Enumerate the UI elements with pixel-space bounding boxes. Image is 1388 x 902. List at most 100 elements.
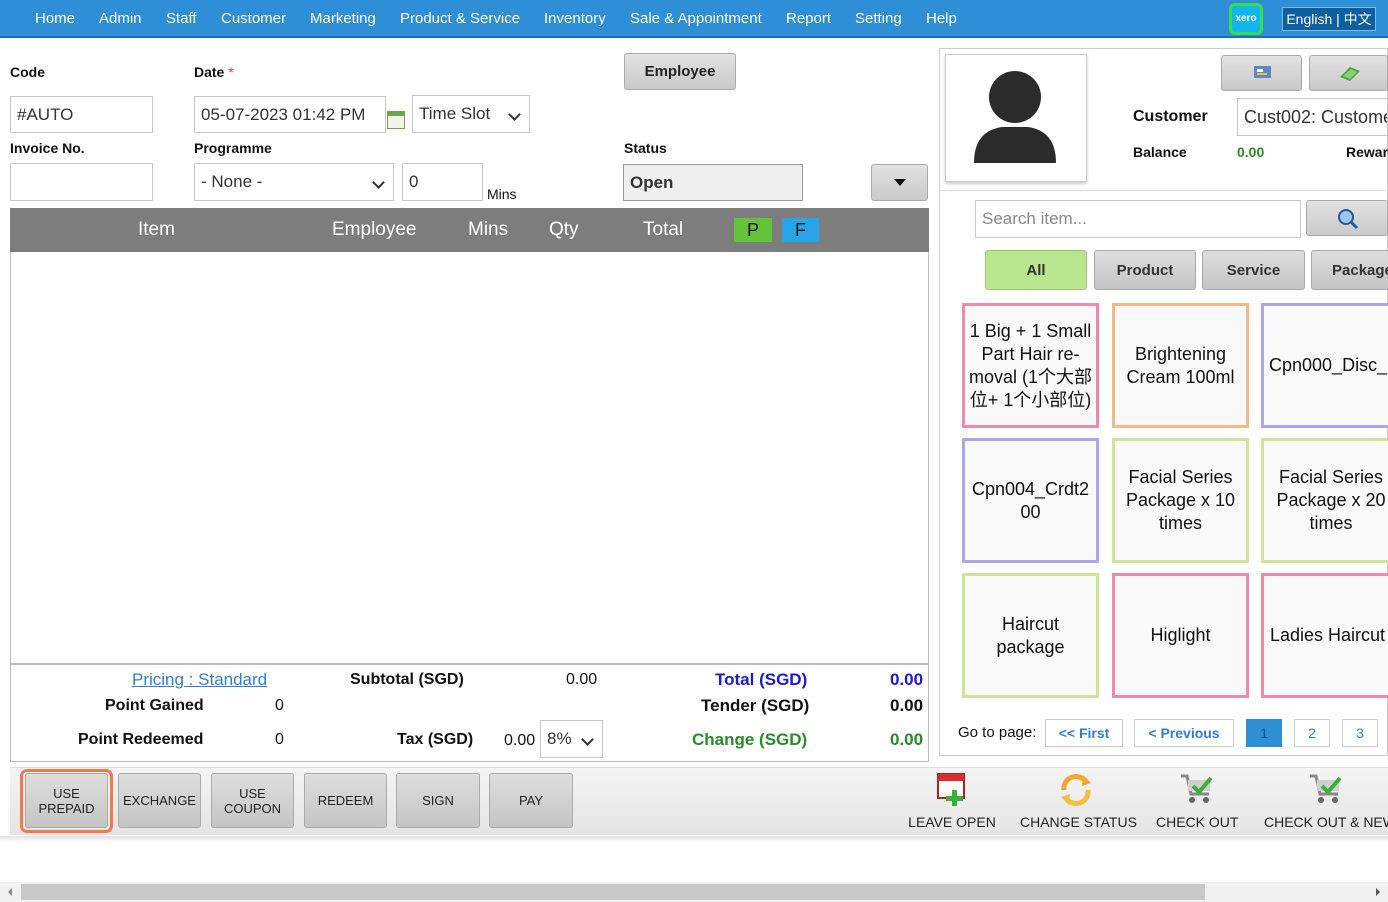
- redeem-button[interactable]: REDEEM: [304, 773, 387, 828]
- date-label-text: Date: [194, 64, 225, 80]
- use-coupon-button[interactable]: USE COUPON: [211, 773, 294, 828]
- item-tile-label: Cpn004_Crdt200: [971, 478, 1090, 522]
- nav-marketing[interactable]: Marketing: [310, 0, 376, 38]
- required-marker: *: [228, 64, 234, 80]
- nav-customer[interactable]: Customer: [221, 0, 286, 38]
- use-prepaid-button[interactable]: USE PREPAID: [25, 773, 108, 828]
- col-qty: Qty: [549, 219, 579, 240]
- point-gained-value: 0: [275, 697, 284, 714]
- cart-check-icon: [1181, 774, 1213, 803]
- nav-sale-appointment[interactable]: Sale & Appointment: [630, 0, 762, 38]
- pay-button[interactable]: PAY: [489, 773, 573, 828]
- magnifier-icon: [1338, 209, 1359, 230]
- customer-input[interactable]: Cust002: Customer: [1237, 98, 1388, 136]
- tender-value: 0.00: [890, 696, 924, 715]
- tender-label: Tender (SGD): [701, 696, 810, 715]
- scrollbar-thumb[interactable]: [21, 884, 1205, 900]
- date-input[interactable]: 05-07-2023 01:42 PM: [194, 96, 386, 133]
- mins-unit-label: Mins: [487, 186, 517, 202]
- item-tile[interactable]: Brightening Cream 100ml: [1112, 303, 1249, 428]
- total-value: 0.00: [890, 670, 924, 689]
- employee-button[interactable]: Employee: [624, 53, 736, 90]
- page-2-button[interactable]: 2: [1294, 719, 1330, 747]
- col-total: Total: [643, 219, 684, 240]
- scroll-right-arrow-icon[interactable]: [1373, 882, 1383, 902]
- subtotal-value: 0.00: [566, 671, 598, 688]
- check-out-label: CHECK OUT: [1156, 814, 1239, 830]
- pricing-link[interactable]: Pricing : Standard: [132, 670, 267, 690]
- code-input[interactable]: #AUTO: [10, 96, 153, 133]
- xero-logo-button[interactable]: xero: [1229, 3, 1263, 35]
- change-value: 0.00: [890, 730, 924, 749]
- customer-card-button[interactable]: [1221, 55, 1302, 91]
- item-tile-label: 1 Big + 1 Small Part Hair re-moval (1个大部…: [968, 320, 1093, 410]
- language-switch[interactable]: English | 中文: [1282, 7, 1376, 31]
- badge-p[interactable]: P: [734, 218, 772, 242]
- search-item-input[interactable]: Search item...: [975, 200, 1301, 238]
- programme-select[interactable]: - None -: [194, 163, 394, 201]
- item-tile-label: Brightening Cream 100ml: [1126, 343, 1235, 387]
- tab-service[interactable]: Service: [1202, 250, 1305, 290]
- change-label: Change (SGD): [692, 730, 808, 749]
- exchange-button[interactable]: EXCHANGE: [118, 773, 201, 828]
- item-tile[interactable]: Ladies Haircut: [1261, 573, 1388, 698]
- leave-open-label: LEAVE OPEN: [908, 814, 996, 830]
- item-tile-label: Haircut package: [996, 613, 1065, 657]
- nav-home[interactable]: Home: [35, 0, 75, 38]
- invoice-input[interactable]: [10, 163, 153, 201]
- id-card-icon: [1254, 66, 1271, 78]
- point-redeemed-label: Point Redeemed: [78, 731, 204, 748]
- totals-panel: Pricing : Standard Subtotal (SGD) 0.00 T…: [10, 664, 929, 762]
- item-tile[interactable]: Cpn000_Disc_Serial: [1261, 303, 1388, 428]
- horizontal-scrollbar[interactable]: [0, 882, 1388, 902]
- scroll-left-arrow-icon[interactable]: [5, 882, 15, 902]
- goto-page-label: Go to page:: [958, 724, 1037, 741]
- tab-all[interactable]: All: [985, 250, 1087, 290]
- badge-f[interactable]: F: [782, 218, 819, 242]
- col-employee: Employee: [332, 219, 417, 240]
- panel-divider: [940, 190, 1388, 191]
- top-navigation: Home Admin Staff Customer Marketing Prod…: [0, 0, 1388, 38]
- code-label: Code: [10, 64, 45, 80]
- change-status-label: CHANGE STATUS: [1020, 814, 1137, 830]
- nav-staff[interactable]: Staff: [166, 0, 197, 38]
- nav-report[interactable]: Report: [786, 0, 831, 38]
- reward-label: Reward: [1346, 144, 1388, 160]
- total-label: Total (SGD): [715, 670, 808, 689]
- item-tile[interactable]: Cpn004_Crdt200: [962, 438, 1099, 563]
- calendar-icon[interactable]: [387, 111, 405, 129]
- nav-inventory[interactable]: Inventory: [544, 0, 606, 38]
- nav-help[interactable]: Help: [926, 0, 957, 38]
- sign-button[interactable]: SIGN: [396, 773, 480, 828]
- first-page-button[interactable]: << First: [1045, 719, 1123, 747]
- search-button[interactable]: [1306, 200, 1388, 236]
- mins-input[interactable]: 0: [402, 163, 483, 201]
- refresh-icon: [1061, 774, 1091, 806]
- check-out-new-action[interactable]: CHECK OUT & NEW: [1264, 770, 1388, 830]
- calendar-add-icon: [937, 773, 965, 806]
- nav-setting[interactable]: Setting: [855, 0, 902, 38]
- nav-product-service[interactable]: Product & Service: [400, 0, 520, 38]
- items-grid-header: Item Employee Mins Qty Total P F: [10, 208, 929, 252]
- change-status-action[interactable]: CHANGE STATUS: [1020, 770, 1137, 830]
- tab-product[interactable]: Product: [1094, 250, 1196, 290]
- tax-rate-select[interactable]: 8%: [540, 720, 603, 758]
- item-tile[interactable]: Higlight: [1112, 573, 1249, 698]
- page-1-button[interactable]: 1: [1246, 719, 1282, 747]
- status-field[interactable]: Open: [623, 164, 803, 201]
- check-out-action[interactable]: CHECK OUT: [1156, 770, 1238, 830]
- leave-open-action[interactable]: LEAVE OPEN: [908, 770, 996, 830]
- item-tile[interactable]: 1 Big + 1 Small Part Hair re-moval (1个大部…: [962, 303, 1099, 428]
- more-dropdown-button[interactable]: [871, 164, 928, 201]
- item-tile[interactable]: Facial Series Package x 20 times: [1261, 438, 1388, 563]
- item-tile[interactable]: Facial Series Package x 10 times: [1112, 438, 1249, 563]
- customer-money-button[interactable]: [1309, 55, 1388, 91]
- previous-page-button[interactable]: < Previous: [1134, 719, 1234, 747]
- tab-package[interactable]: Package: [1311, 250, 1388, 290]
- customer-avatar[interactable]: [945, 54, 1087, 182]
- timeslot-select[interactable]: Time Slot: [412, 95, 530, 133]
- nav-admin[interactable]: Admin: [99, 0, 142, 38]
- customer-label: Customer: [1133, 108, 1208, 125]
- page-3-button[interactable]: 3: [1342, 719, 1378, 747]
- item-tile[interactable]: Haircut package: [962, 573, 1099, 698]
